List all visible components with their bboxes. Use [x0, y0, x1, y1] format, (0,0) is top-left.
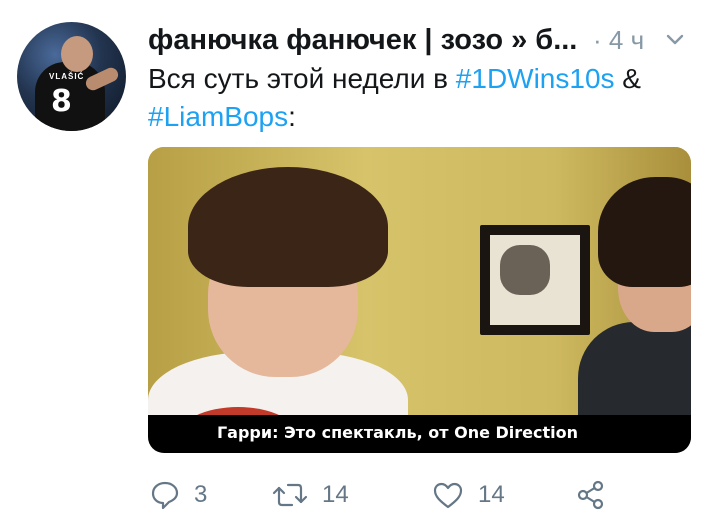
tweet-header: фанючка фанючек | зозо » б... · 4 ч: [148, 22, 688, 58]
heart-icon: [433, 482, 463, 509]
media-video[interactable]: Гарри: Это спектакль, от One Direction: [148, 147, 691, 453]
subtitle-bar: Гарри: Это спектакль, от One Direction: [148, 415, 691, 453]
retweet-button[interactable]: 14: [272, 475, 349, 515]
tweet-text-mid: &: [614, 63, 641, 94]
tweet-text: Вся суть этой недели в #1DWins10s & #Lia…: [148, 60, 688, 136]
tweet-text-after: :: [288, 101, 296, 132]
retweet-icon: [272, 483, 308, 507]
person-right: [578, 177, 691, 453]
tweet-actions: 3 14 14: [148, 475, 708, 515]
reply-button[interactable]: 3: [150, 475, 207, 515]
subtitle-text: Гарри: Это спектакль, от One Direction: [216, 422, 579, 442]
avatar-head: [61, 36, 93, 72]
avatar[interactable]: VLAŠIĆ 8: [17, 22, 126, 131]
display-name[interactable]: фанючка фанючек | зозо » б...: [148, 24, 577, 56]
share-button[interactable]: [576, 475, 606, 515]
avatar-jersey-name: VLAŠIĆ: [49, 72, 85, 81]
person-left: [148, 167, 408, 453]
share-icon: [577, 480, 604, 510]
wall-picture-frame: [480, 225, 590, 335]
like-count: 14: [478, 481, 505, 508]
like-button[interactable]: 14: [432, 475, 505, 515]
hashtag-link-liambops[interactable]: #LiamBops: [148, 101, 288, 132]
retweet-count: 14: [322, 481, 349, 508]
chevron-down-icon[interactable]: [665, 32, 685, 48]
reply-icon: [151, 481, 179, 510]
timestamp[interactable]: · 4 ч: [593, 22, 644, 58]
tweet-text-before: Вся суть этой недели в: [148, 63, 456, 94]
reply-count: 3: [194, 481, 208, 508]
avatar-jersey-number: 8: [51, 84, 72, 119]
hashtag-link-1dwins10s[interactable]: #1DWins10s: [456, 63, 615, 94]
